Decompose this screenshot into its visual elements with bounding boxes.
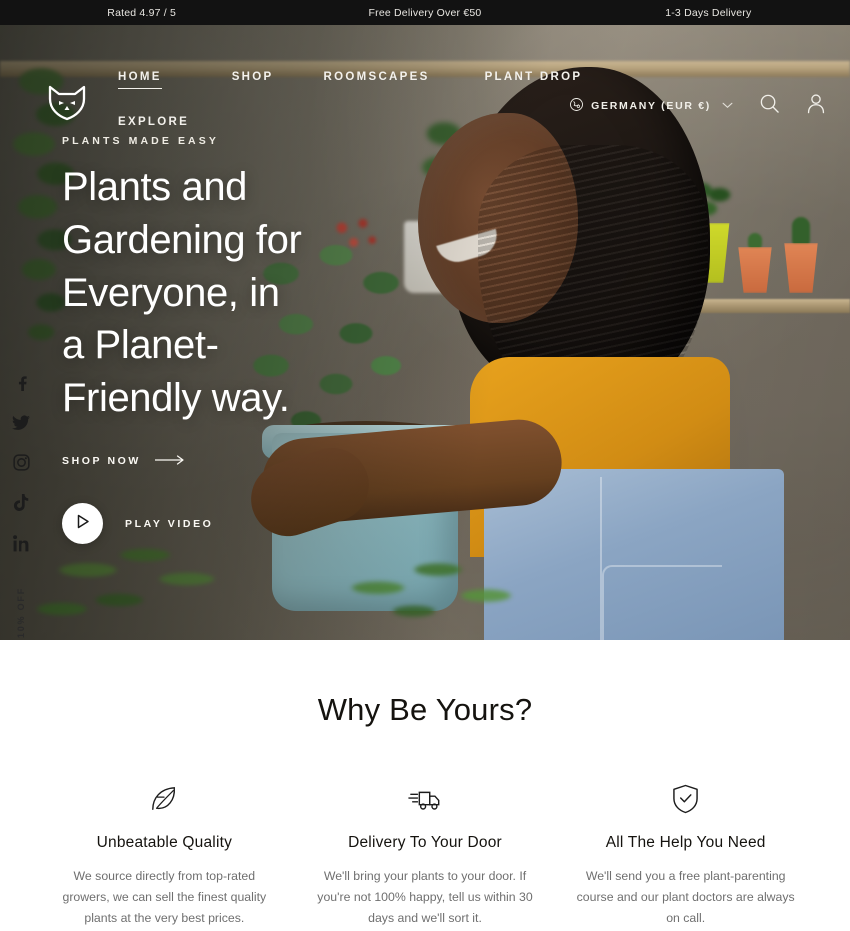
locale-selector[interactable]: GERMANY (EUR €) [569,97,733,115]
play-video-button[interactable]: PLAY VIDEO [62,503,213,544]
fox-head-logo[interactable] [46,83,88,126]
features-title: Why Be Yours? [317,692,533,727]
apron-pocket [602,565,722,640]
features-section: Why Be Yours? Unbeatable Quality We sour… [0,640,850,931]
nav-links: HOME SHOP ROOMSCAPES PLANT DROP EXPLORE [118,71,588,133]
promo-label[interactable]: GET 10% OFF [16,587,26,640]
nav-right-cluster: GERMANY (EUR €) [569,93,826,119]
globe-icon [569,97,584,115]
feature-all-the-help-you-need: All The Help You Need We'll send you a f… [555,784,816,929]
leaf-icon [50,784,279,814]
shop-now-label: SHOP NOW [62,455,141,468]
hero-content: PLANTS MADE EASY Plants and Gardening fo… [62,135,482,469]
hero-title: Plants and Gardening for Everyone, in a … [62,165,302,421]
user-account-icon [806,93,826,119]
locale-label: GERMANY (EUR €) [591,100,711,112]
delivery-truck-icon [311,784,540,814]
hero-section: HOME SHOP ROOMSCAPES PLANT DROP EXPLORE [0,25,850,640]
arrow-right-icon [154,455,185,468]
twitter-icon[interactable] [12,415,30,436]
feature-unbeatable-quality: Unbeatable Quality We source directly fr… [34,784,295,929]
play-video-label: PLAY VIDEO [125,517,214,530]
social-rail: GET 10% OFF [8,375,34,640]
foreground-plant-mid [300,528,600,640]
feature-body: We'll bring your plants to your door. If… [317,869,533,926]
search-button[interactable] [759,93,780,119]
nav-link-home[interactable]: HOME [118,71,162,89]
instagram-icon[interactable] [12,454,30,476]
feature-body: We'll send you a free plant-parenting co… [576,869,795,926]
nav-row-primary: HOME SHOP ROOMSCAPES PLANT DROP [118,71,588,89]
play-circle [62,503,103,544]
feature-heading: All The Help You Need [605,834,766,851]
hero-eyebrow: PLANTS MADE EASY [62,135,219,147]
page-root: Rated 4.97 / 5 Free Delivery Over €50 1-… [0,0,850,931]
announcement-item-delivery-time: 1-3 Days Delivery [665,6,752,19]
nav-link-roomscapes[interactable]: ROOMSCAPES [324,71,430,88]
main-navigation: HOME SHOP ROOMSCAPES PLANT DROP EXPLORE [0,25,850,128]
announcement-item-free-delivery: Free Delivery Over €50 [368,6,482,19]
nav-link-explore[interactable]: EXPLORE [118,116,189,133]
tiktok-icon[interactable] [13,494,29,517]
account-button[interactable] [806,93,826,119]
feature-heading: Delivery To Your Door [348,834,502,851]
announcement-item-rating: Rated 4.97 / 5 [107,6,177,19]
shop-now-button[interactable]: SHOP NOW [62,455,185,468]
feature-heading: Unbeatable Quality [96,834,233,851]
play-icon [76,514,90,534]
features-grid: Unbeatable Quality We source directly fr… [0,784,850,929]
feature-delivery-to-your-door: Delivery To Your Door We'll bring your p… [295,784,556,929]
feature-body: We source directly from top-rated grower… [62,869,267,926]
nav-link-shop[interactable]: SHOP [232,71,274,88]
announcement-bar: Rated 4.97 / 5 Free Delivery Over €50 1-… [0,0,850,25]
chevron-down-icon [722,100,733,112]
search-icon [759,93,780,119]
nav-link-plant-drop[interactable]: PLANT DROP [485,71,583,88]
shield-check-icon [571,784,800,814]
linkedin-icon[interactable] [12,535,30,557]
nav-row-secondary: EXPLORE [118,116,588,133]
facebook-icon[interactable] [13,375,30,397]
